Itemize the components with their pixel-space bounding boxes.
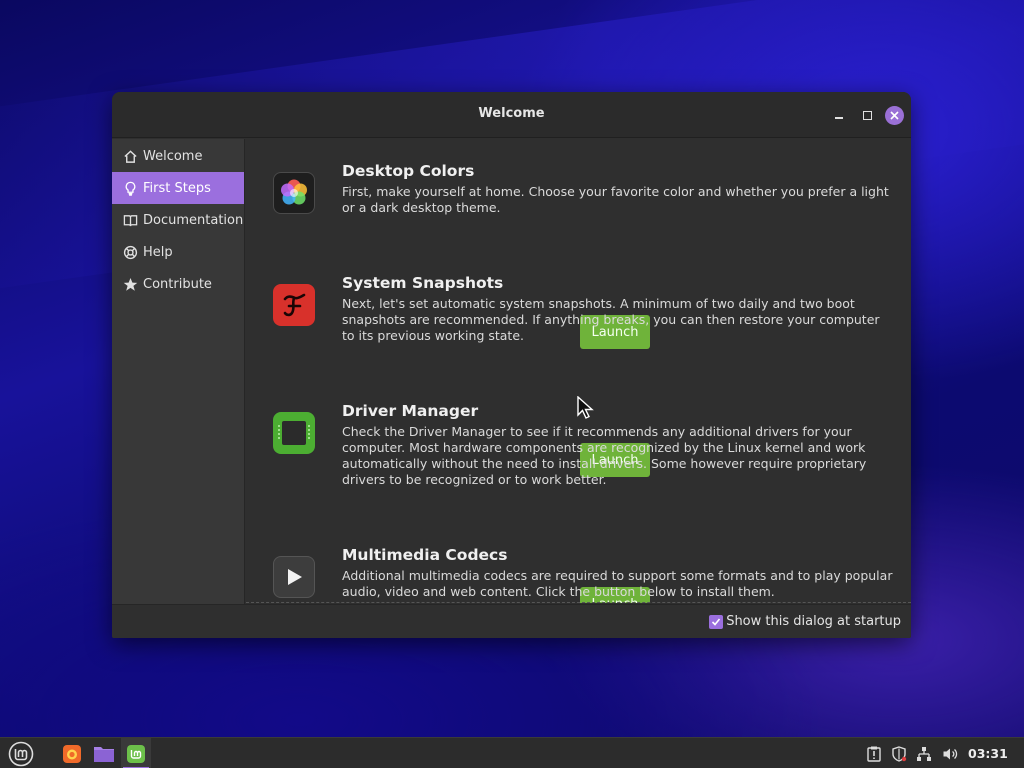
first-steps-content[interactable]: Desktop Colors First, make yourself at h… (246, 139, 911, 603)
sidebar-item-label: Contribute (143, 276, 212, 292)
show-at-startup-checkbox[interactable]: Show this dialog at startup (709, 614, 901, 629)
window-footer: Show this dialog at startup (112, 604, 911, 638)
scroll-edge-divider (246, 602, 911, 603)
welcome-app-launcher[interactable] (121, 738, 151, 768)
window-title: Welcome (478, 106, 545, 121)
sidebar-item-label: First Steps (143, 180, 211, 196)
taskbar: 03:31 (0, 737, 1024, 768)
network-icon (917, 746, 931, 761)
entry-title: Multimedia Codecs (342, 546, 508, 564)
star-icon (121, 275, 139, 293)
maximize-icon (862, 110, 872, 120)
entry-title: Driver Manager (342, 402, 479, 420)
sidebar-item-documentation[interactable]: Documentation (112, 204, 244, 236)
network-tray[interactable] (914, 738, 934, 768)
close-icon (890, 111, 899, 120)
entry-title: Desktop Colors (342, 162, 475, 180)
menu-button[interactable] (2, 738, 40, 768)
volume-icon (943, 748, 958, 759)
menu-icon (8, 741, 34, 766)
lifebuoy-icon (121, 243, 139, 261)
firefox-icon (63, 744, 81, 763)
timeshift-icon (273, 284, 315, 326)
shield-icon (892, 745, 907, 762)
book-icon (121, 211, 139, 229)
update-icon (867, 746, 881, 762)
entry-description: First, make yourself at home. Choose you… (342, 184, 889, 215)
sidebar-item-first-steps[interactable]: First Steps (112, 172, 244, 204)
minimize-icon (835, 117, 843, 119)
sidebar-item-label: Welcome (143, 148, 203, 164)
welcome-app-icon (127, 744, 145, 763)
files-launcher[interactable] (90, 738, 118, 768)
color-flower-icon (273, 172, 315, 214)
close-button[interactable] (885, 106, 904, 125)
home-icon (121, 147, 139, 165)
checkbox-checked-icon[interactable] (709, 614, 724, 629)
entry-description: Check the Driver Manager to see if it re… (342, 424, 867, 487)
entry-description: Additional multimedia codecs are require… (342, 568, 893, 599)
files-icon (94, 746, 114, 762)
welcome-window: Welcome Welcome First Steps Documentatio… (112, 92, 911, 638)
sidebar-item-help[interactable]: Help (112, 236, 244, 268)
volume-tray[interactable] (940, 738, 960, 768)
chip-icon (273, 412, 315, 454)
sidebar-item-label: Documentation (143, 212, 244, 228)
titlebar[interactable]: Welcome (112, 92, 911, 138)
mouse-pointer-icon (576, 395, 596, 424)
entry-title: System Snapshots (342, 274, 504, 292)
taskbar-clock[interactable]: 03:31 (968, 746, 1008, 761)
entry-description: Next, let's set automatic system snapsho… (342, 296, 880, 343)
lightbulb-icon (121, 179, 139, 197)
sidebar-item-contribute[interactable]: Contribute (112, 268, 244, 300)
security-tray[interactable] (889, 738, 909, 768)
sidebar: Welcome First Steps Documentation Help C… (112, 139, 245, 604)
minimize-button[interactable] (829, 105, 849, 125)
sidebar-item-welcome[interactable]: Welcome (112, 140, 244, 172)
update-manager-tray[interactable] (864, 738, 884, 768)
sidebar-item-label: Help (143, 244, 173, 260)
show-at-startup-label: Show this dialog at startup (726, 614, 901, 629)
firefox-launcher[interactable] (58, 738, 86, 768)
maximize-button[interactable] (857, 105, 877, 125)
play-icon (273, 556, 315, 598)
